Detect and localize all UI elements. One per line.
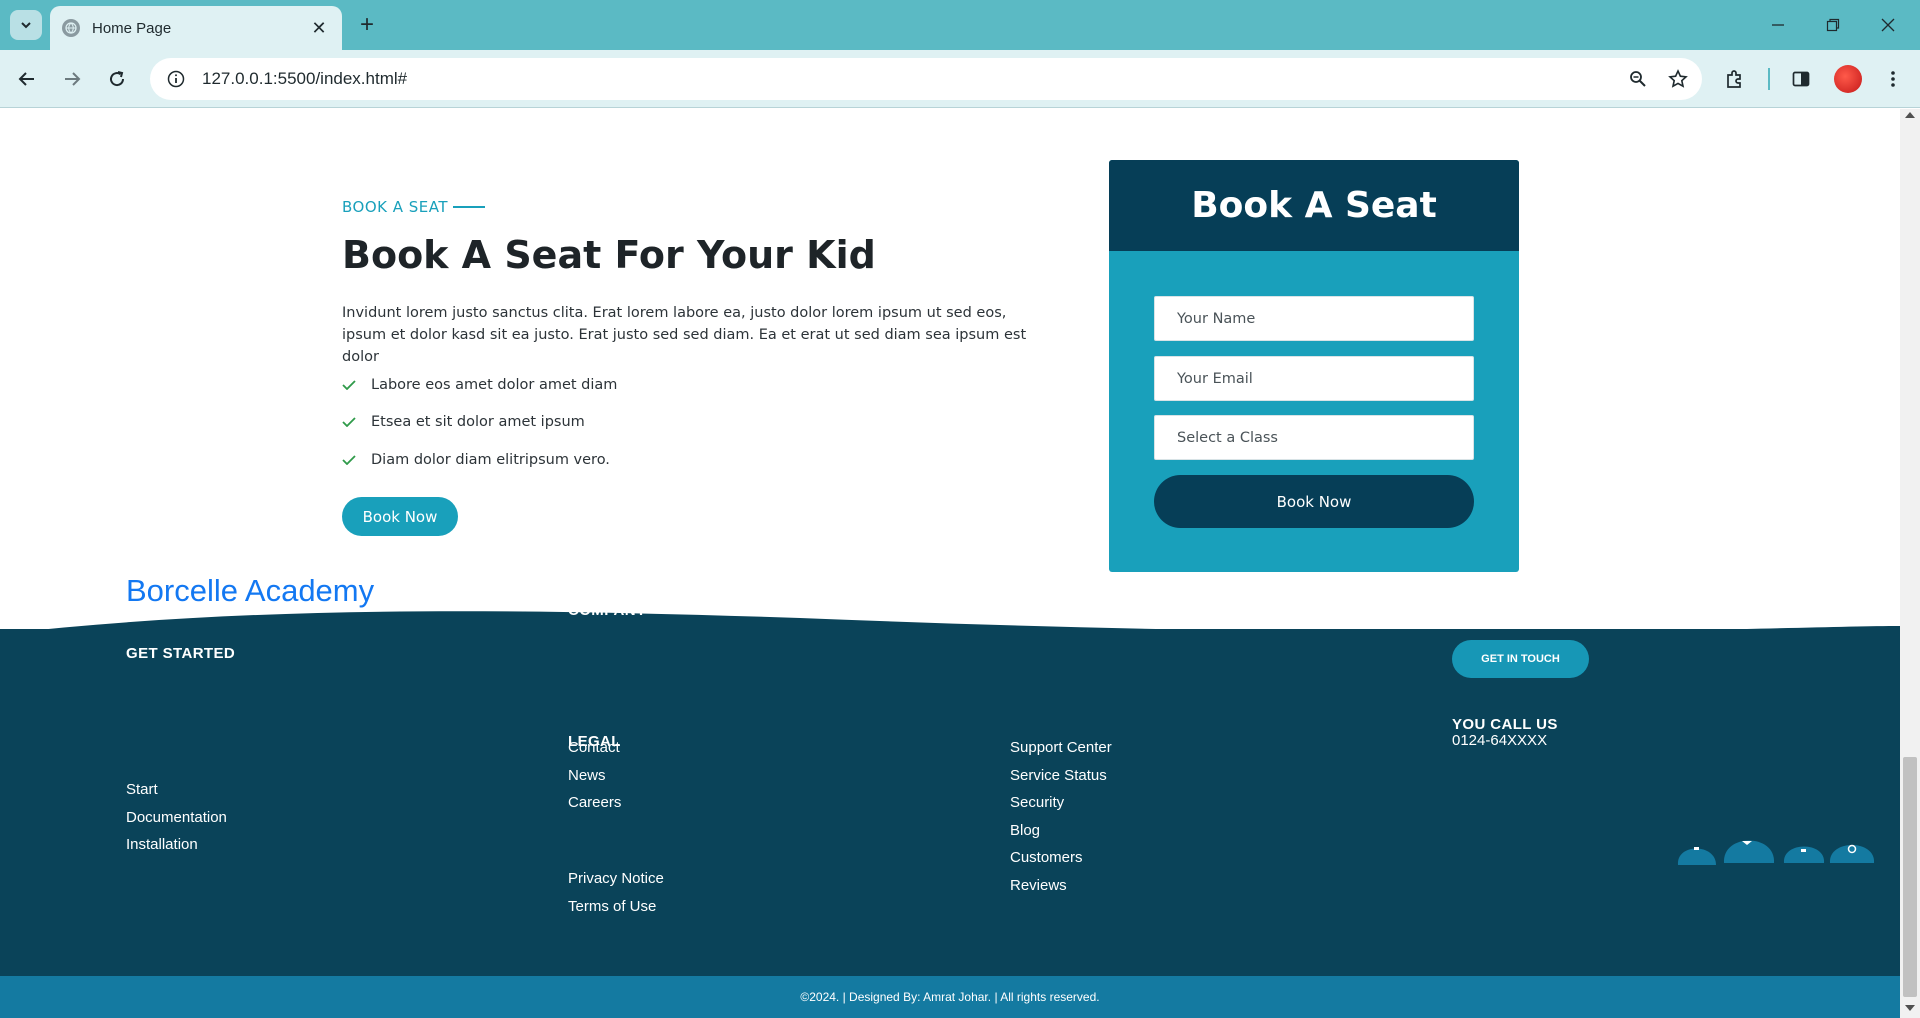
github-icon[interactable]	[1829, 844, 1875, 863]
check-icon	[342, 380, 356, 390]
list-item: Diam dolor diam elitripsum vero.	[342, 441, 617, 479]
zoom-icon[interactable]	[1622, 63, 1654, 95]
tab-search-button[interactable]	[10, 10, 42, 40]
footer-brand[interactable]: Borcelle Academy	[126, 573, 374, 609]
tab-strip: Home Page ✕ +	[0, 0, 1920, 50]
footer-link-documentation[interactable]: Documentation	[126, 804, 227, 832]
eyebrow-text: BOOK A SEAT	[342, 198, 449, 216]
call-us-heading: YOU CALL US	[1452, 716, 1558, 733]
class-select[interactable]: Select a Class	[1154, 415, 1474, 460]
restore-icon[interactable]	[1809, 8, 1857, 42]
footer-link-privacy[interactable]: Privacy Notice	[568, 865, 664, 893]
footer-link-customers[interactable]: Customers	[1010, 844, 1112, 872]
chevron-down-icon	[21, 22, 31, 29]
form-header: Book A Seat	[1109, 160, 1519, 251]
menu-kebab-icon[interactable]	[1876, 62, 1910, 96]
url-text[interactable]: 127.0.0.1:5500/index.html#	[202, 69, 1622, 89]
section-eyebrow: BOOK A SEAT	[342, 198, 486, 216]
instagram-icon[interactable]	[1783, 846, 1825, 864]
forward-arrow-icon[interactable]	[55, 62, 89, 96]
minimize-icon[interactable]	[1754, 8, 1802, 42]
linkedin-icon[interactable]	[1677, 847, 1716, 865]
copyright-text: ©2024. | Designed By: Amrat Johar. | All…	[800, 990, 1100, 1004]
list-item-text: Etsea et sit dolor amet ipsum	[371, 414, 585, 431]
email-field[interactable]: Your Email	[1154, 356, 1474, 401]
scroll-down-arrow-icon[interactable]	[1905, 1005, 1915, 1011]
get-started-links: Start Documentation Installation	[126, 776, 227, 859]
tab-close-icon[interactable]: ✕	[308, 18, 330, 39]
extensions-icon[interactable]	[1718, 62, 1752, 96]
footer-link-reviews[interactable]: Reviews	[1010, 872, 1112, 900]
list-item-text: Diam dolor diam elitripsum vero.	[371, 451, 610, 468]
browser-toolbar: 127.0.0.1:5500/index.html#	[0, 50, 1920, 108]
back-arrow-icon[interactable]	[10, 62, 44, 96]
copyright-bar: ©2024. | Designed By: Amrat Johar. | All…	[0, 976, 1900, 1018]
check-icon	[342, 455, 356, 465]
tab-home-page[interactable]: Home Page ✕	[50, 6, 342, 50]
toolbar-divider	[1768, 68, 1770, 90]
feature-checklist: Labore eos amet dolor amet diam Etsea et…	[342, 366, 617, 479]
bookmark-star-icon[interactable]	[1662, 63, 1694, 95]
support-question: Have a support question?	[1452, 609, 1623, 626]
profile-avatar[interactable]	[1834, 65, 1862, 93]
check-icon	[342, 417, 356, 428]
booking-form-card: Book A Seat Your Name Your Email Select …	[1109, 160, 1519, 572]
footer-link-security[interactable]: Security	[1010, 789, 1112, 817]
footer-link-start[interactable]: Start	[126, 776, 227, 804]
form-book-now-button[interactable]: Book Now	[1154, 475, 1474, 528]
side-panel-icon[interactable]	[1784, 62, 1818, 96]
phone-number: 0124-64XXXX	[1452, 732, 1548, 749]
list-item: Etsea et sit dolor amet ipsum	[342, 404, 617, 442]
footer-link-terms[interactable]: Terms of Use	[568, 893, 664, 921]
page-viewport: BOOK A SEAT Book A Seat For Your Kid Inv…	[0, 109, 1900, 1018]
scrollbar-thumb[interactable]	[1903, 757, 1917, 997]
globe-icon	[62, 19, 80, 37]
get-in-touch-button[interactable]: GET IN TOUCH	[1452, 640, 1589, 678]
book-now-button[interactable]: Book Now	[342, 497, 458, 536]
name-field[interactable]: Your Name	[1154, 296, 1474, 341]
section-paragraph: Invidunt lorem justo sanctus clita. Erat…	[342, 305, 1027, 365]
footer-link-service-status[interactable]: Service Status	[1010, 762, 1112, 790]
quick-links-heading: QUICK LINKS	[1010, 602, 1112, 619]
legal-heading: LEGAL	[568, 733, 621, 750]
tab-title: Home Page	[92, 19, 172, 37]
close-window-icon[interactable]	[1864, 8, 1912, 42]
company-heading: COMPANY	[568, 602, 647, 619]
legal-links: Privacy Notice Terms of Use	[568, 865, 664, 920]
address-bar[interactable]: 127.0.0.1:5500/index.html#	[150, 58, 1702, 100]
footer-link-news[interactable]: News	[568, 762, 621, 790]
site-info-icon[interactable]	[164, 67, 188, 91]
site-footer	[0, 629, 1900, 1018]
social-icons	[1677, 840, 1875, 865]
new-tab-plus-icon[interactable]: +	[352, 10, 382, 40]
scroll-up-arrow-icon[interactable]	[1905, 112, 1915, 118]
quick-links-list: Support Center Service Status Security B…	[1010, 734, 1112, 899]
footer-link-careers[interactable]: Careers	[568, 789, 621, 817]
list-item-text: Labore eos amet dolor amet diam	[371, 376, 618, 393]
section-heading: Book A Seat For Your Kid	[342, 233, 876, 277]
footer-link-installation[interactable]: Installation	[126, 831, 227, 859]
eyebrow-line	[453, 206, 486, 208]
get-started-heading: GET STARTED	[126, 645, 236, 662]
footer-link-blog[interactable]: Blog	[1010, 817, 1112, 845]
form-title: Book A Seat	[1191, 185, 1437, 226]
reload-icon[interactable]	[100, 62, 134, 96]
list-item: Labore eos amet dolor amet diam	[342, 366, 617, 404]
footer-link-support-center[interactable]: Support Center	[1010, 734, 1112, 762]
twitter-icon[interactable]	[1723, 840, 1775, 864]
